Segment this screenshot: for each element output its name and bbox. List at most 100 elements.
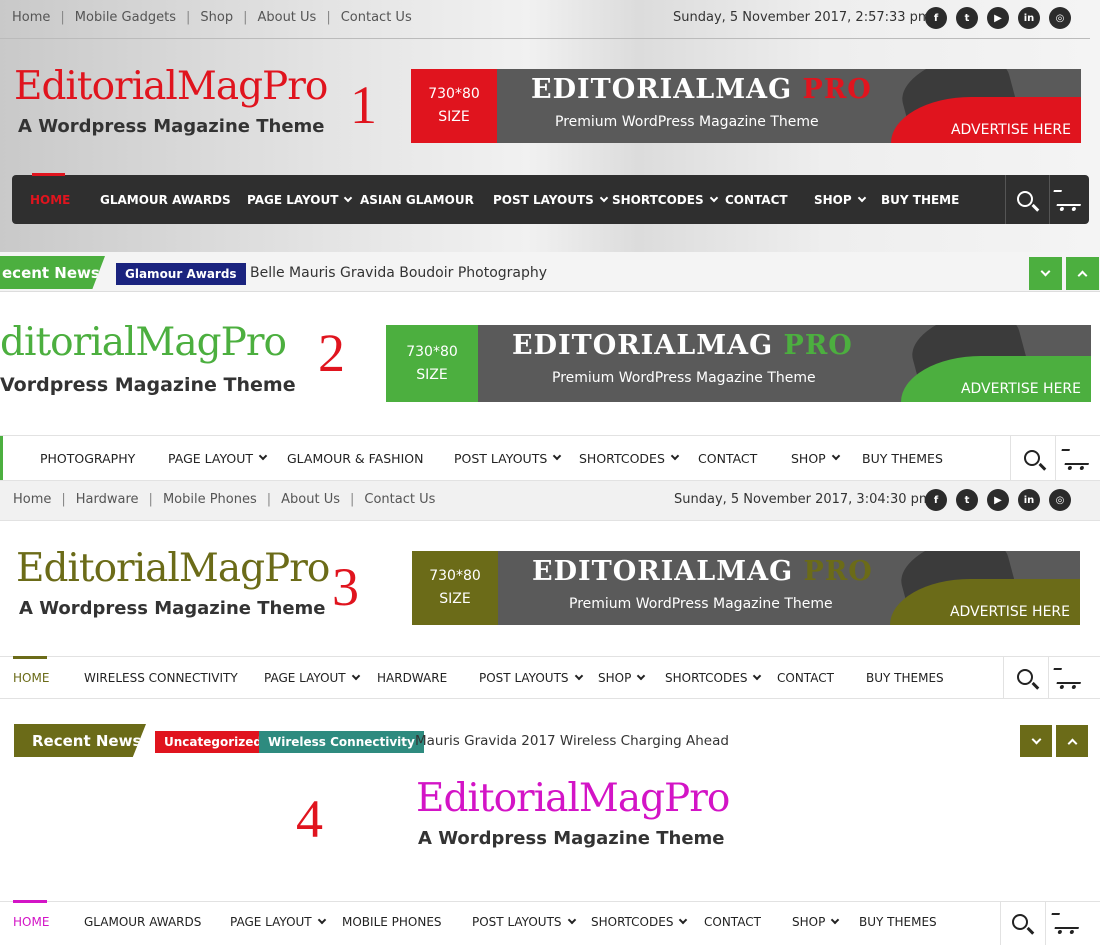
header-1-ticker-up-button[interactable] bbox=[1066, 257, 1099, 290]
menu-item-post-layouts[interactable]: POST LAYOUTS bbox=[479, 671, 598, 685]
menu-item-page-layout[interactable]: PAGE LAYOUT bbox=[247, 193, 360, 207]
menu-item-page-layout[interactable]: PAGE LAYOUT bbox=[264, 671, 377, 685]
menu-item-contact[interactable]: CONTACT bbox=[777, 671, 866, 685]
cart-icon bbox=[1054, 915, 1082, 929]
menu-item-glamour-awards[interactable]: GLAMOUR AWARDS bbox=[84, 915, 230, 929]
topnav-link[interactable]: Home bbox=[12, 10, 50, 25]
header-3-topnav: Home | Hardware | Mobile Phones | About Us | Con… bbox=[13, 492, 435, 507]
topnav-link[interactable]: Mobile Gadgets bbox=[75, 10, 176, 25]
menu-item-mobile-phones[interactable]: MOBILE PHONES bbox=[342, 915, 472, 929]
topnav-separator: | bbox=[243, 10, 248, 25]
header-2-search-button[interactable] bbox=[1012, 438, 1052, 478]
header-2-active-indicator bbox=[0, 436, 3, 480]
header-3-ticker-up-button[interactable] bbox=[1056, 725, 1088, 757]
banner-size-line1: 730*80 bbox=[428, 86, 480, 102]
header-3-ticker-down-button[interactable] bbox=[1020, 725, 1052, 757]
chevron-down-icon bbox=[351, 671, 360, 680]
menu-item-glamour-awards[interactable]: GLAMOUR AWARDS bbox=[100, 193, 247, 207]
header-2-logo[interactable]: ditorialMagPro bbox=[0, 320, 287, 365]
header-3-cart-button[interactable] bbox=[1050, 657, 1090, 697]
menu-item-shop[interactable]: SHOP bbox=[792, 915, 859, 929]
menu-item-label: WIRELESS CONNECTIVITY bbox=[84, 670, 238, 685]
menu-item-shortcodes[interactable]: SHORTCODES bbox=[665, 671, 777, 685]
linkedin-icon[interactable]: in bbox=[1018, 489, 1040, 511]
menu-item-buy-theme[interactable]: BUY THEME bbox=[881, 193, 971, 207]
menu-item-contact[interactable]: CONTACT bbox=[698, 451, 791, 466]
header-2-ad-banner[interactable]: 730*80 SIZE EDITORIALMAG PRO Premium Wor… bbox=[386, 325, 1091, 402]
header-3-ticker-category-2[interactable]: Wireless Connectivity bbox=[259, 731, 424, 753]
topnav-link[interactable]: Shop bbox=[200, 10, 233, 25]
menu-item-buy-themes[interactable]: BUY THEMES bbox=[862, 451, 952, 466]
header-3-ticker-category-1[interactable]: Uncategorized bbox=[155, 731, 271, 753]
menu-item-contact[interactable]: CONTACT bbox=[725, 193, 814, 207]
header-2-cart-button[interactable] bbox=[1058, 438, 1098, 478]
topnav-link[interactable]: Contact Us bbox=[341, 10, 412, 25]
menu-item-buy-themes[interactable]: BUY THEMES bbox=[859, 915, 949, 929]
facebook-icon[interactable]: f bbox=[925, 7, 947, 29]
menu-item-label: SHOP bbox=[814, 192, 852, 207]
menu-item-page-layout[interactable]: PAGE LAYOUT bbox=[230, 915, 342, 929]
header-1-search-button[interactable] bbox=[1005, 179, 1045, 219]
linkedin-icon[interactable]: in bbox=[1018, 7, 1040, 29]
header-1-ticker-down-button[interactable] bbox=[1029, 257, 1062, 290]
header-3-ticker-headline[interactable]: Mauris Gravida 2017 Wireless Charging Ah… bbox=[415, 733, 729, 749]
banner-subtitle: Premium WordPress Magazine Theme bbox=[552, 370, 816, 386]
twitter-icon[interactable]: t bbox=[956, 7, 978, 29]
topnav-link[interactable]: Hardware bbox=[76, 492, 139, 507]
menu-item-label: CONTACT bbox=[725, 192, 788, 207]
topnav-link[interactable]: Contact Us bbox=[364, 492, 435, 507]
banner-title-accent: PRO bbox=[802, 74, 872, 105]
menu-item-shortcodes[interactable]: SHORTCODES bbox=[579, 451, 698, 466]
menu-item-label: BUY THEME bbox=[881, 192, 960, 207]
menu-item-home[interactable]: HOME bbox=[13, 915, 84, 929]
youtube-icon[interactable]: ▶ bbox=[987, 489, 1009, 511]
menu-item-buy-themes[interactable]: BUY THEMES bbox=[866, 671, 956, 685]
menu-item-shortcodes[interactable]: SHORTCODES bbox=[591, 915, 704, 929]
header-1-ad-banner[interactable]: 730*80 SIZE EDITORIALMAG PRO Premium Wor… bbox=[411, 69, 1081, 143]
header-1-cart-button[interactable] bbox=[1050, 179, 1090, 219]
header-4-logo[interactable]: EditorialMagPro bbox=[416, 776, 730, 821]
menu-item-post-layouts[interactable]: POST LAYOUTS bbox=[472, 915, 591, 929]
menu-item-asian-glamour[interactable]: ASIAN GLAMOUR bbox=[360, 193, 493, 207]
topnav-link[interactable]: Mobile Phones bbox=[163, 492, 257, 507]
facebook-icon[interactable]: f bbox=[925, 489, 947, 511]
menu-item-shop[interactable]: SHOP bbox=[791, 451, 862, 466]
menu-item-home[interactable]: HOME bbox=[13, 671, 84, 685]
topnav-link[interactable]: About Us bbox=[257, 10, 316, 25]
header-1-ticker-category[interactable]: Glamour Awards bbox=[116, 263, 246, 285]
header-4-search-button[interactable] bbox=[1000, 902, 1040, 942]
menu-item-label: BUY THEMES bbox=[859, 915, 937, 929]
instagram-icon[interactable]: ◎ bbox=[1049, 489, 1071, 511]
menu-item-glamour-fashion[interactable]: GLAMOUR & FASHION bbox=[287, 451, 454, 466]
menu-item-post-layouts[interactable]: POST LAYOUTS bbox=[493, 193, 612, 207]
topnav-separator: | bbox=[61, 492, 66, 507]
topnav-link[interactable]: About Us bbox=[281, 492, 340, 507]
menu-item-shop[interactable]: SHOP bbox=[814, 193, 881, 207]
banner-title: EDITORIALMAG PRO bbox=[512, 330, 853, 361]
search-icon bbox=[1017, 669, 1033, 685]
header-1-logo[interactable]: EditorialMagPro bbox=[14, 64, 328, 109]
menu-item-post-layouts[interactable]: POST LAYOUTS bbox=[454, 451, 579, 466]
menu-item-photography[interactable]: PHOTOGRAPHY bbox=[40, 451, 168, 466]
menu-item-contact[interactable]: CONTACT bbox=[704, 915, 792, 929]
search-icon bbox=[1017, 191, 1033, 207]
header-1-menubar: HOME GLAMOUR AWARDS PAGE LAYOUT ASIAN GLAMO… bbox=[12, 173, 1090, 224]
topnav-link[interactable]: Home bbox=[13, 492, 51, 507]
header-3-search-button[interactable] bbox=[1005, 657, 1045, 697]
youtube-icon[interactable]: ▶ bbox=[987, 7, 1009, 29]
menu-item-shortcodes[interactable]: SHORTCODES bbox=[612, 193, 725, 207]
menu-item-wireless-connectivity[interactable]: WIRELESS CONNECTIVITY bbox=[84, 671, 264, 685]
header-3-ad-banner[interactable]: 730*80 SIZE EDITORIALMAG PRO Premium Wor… bbox=[412, 551, 1080, 625]
header-3-menu-divider-2 bbox=[1048, 657, 1049, 698]
menu-item-page-layout[interactable]: PAGE LAYOUT bbox=[168, 451, 287, 466]
header-3-logo[interactable]: EditorialMagPro bbox=[16, 546, 330, 591]
menu-item-hardware[interactable]: HARDWARE bbox=[377, 671, 479, 685]
header-1-ticker-headline[interactable]: Belle Mauris Gravida Boudoir Photography bbox=[250, 265, 547, 281]
menu-item-shop[interactable]: SHOP bbox=[598, 671, 665, 685]
banner-body: EDITORIALMAG PRO Premium WordPress Magaz… bbox=[498, 551, 1080, 625]
twitter-icon[interactable]: t bbox=[956, 489, 978, 511]
header-4-cart-button[interactable] bbox=[1048, 902, 1088, 942]
banner-advertise-label: ADVERTISE HERE bbox=[960, 381, 1081, 397]
instagram-icon[interactable]: ◎ bbox=[1049, 7, 1071, 29]
menu-item-home[interactable]: HOME bbox=[30, 193, 100, 207]
